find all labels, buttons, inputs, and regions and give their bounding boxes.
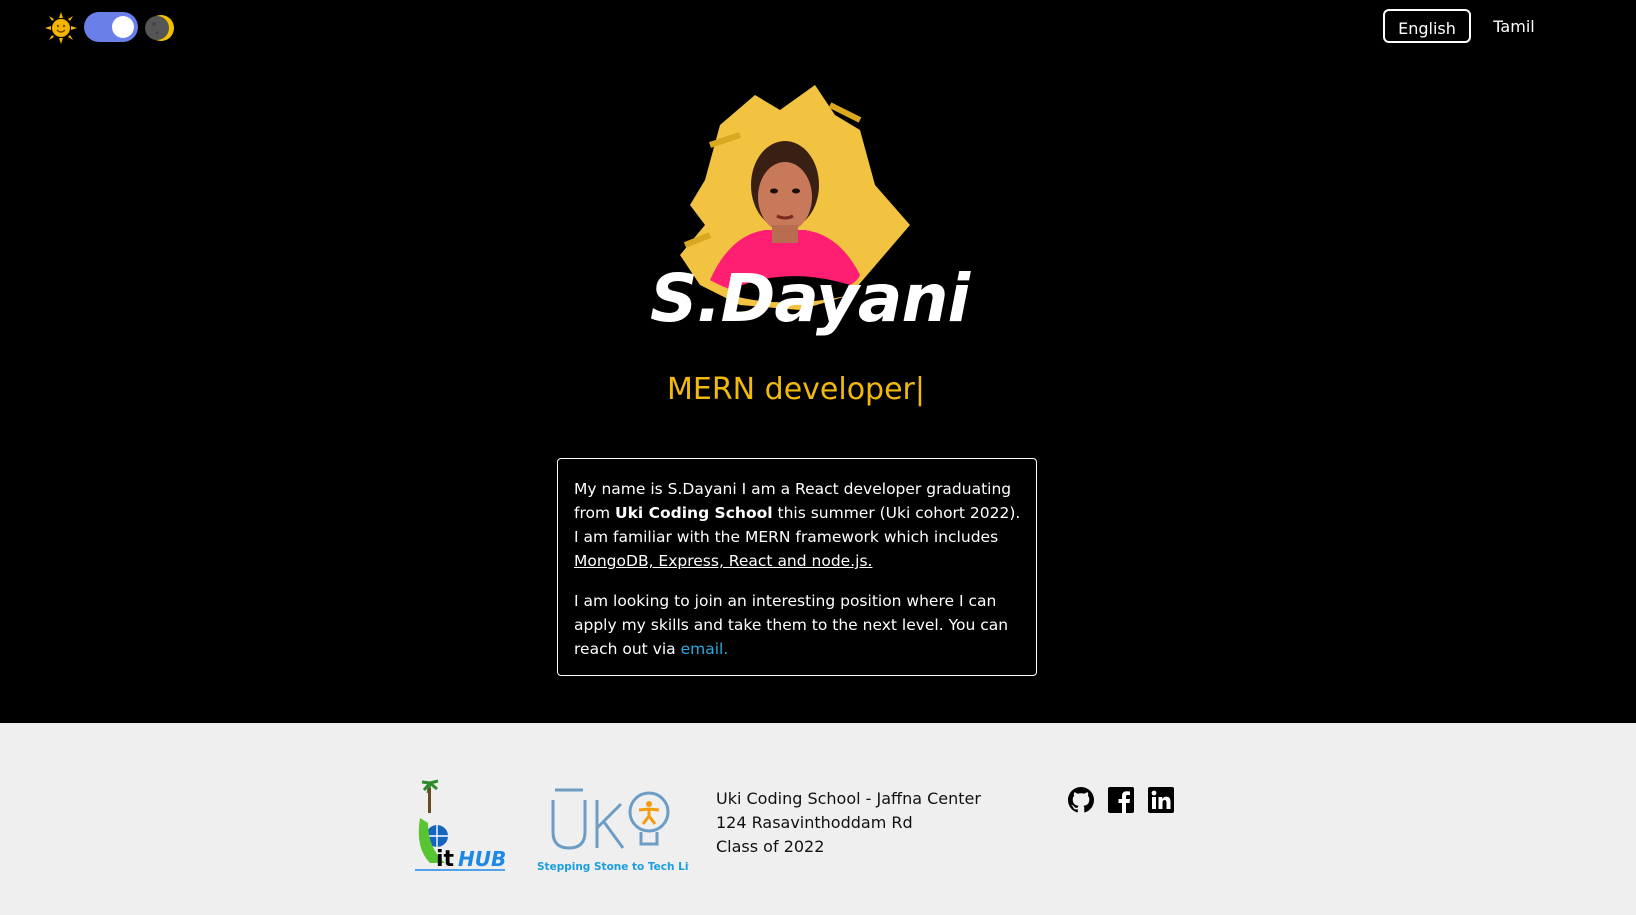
- bio-card: My name is S.Dayani I am a React develop…: [557, 458, 1037, 676]
- address-line-1: Uki Coding School - Jaffna Center: [716, 789, 981, 808]
- bio-text: I am looking to join an interesting posi…: [574, 592, 1009, 658]
- theme-toggle[interactable]: [84, 12, 138, 42]
- school-name: Uki Coding School: [615, 504, 773, 522]
- ithub-logo: it HUB: [415, 779, 506, 872]
- bio-paragraph-2: I am looking to join an interesting posi…: [574, 589, 1021, 661]
- email-link[interactable]: email.: [681, 640, 729, 658]
- linkedin-icon[interactable]: [1148, 787, 1174, 813]
- tech-stack-text: MongoDB, Express, React and node.js.: [574, 552, 873, 570]
- toggle-knob: [112, 16, 134, 38]
- role-title: MERN developer|: [666, 372, 925, 407]
- hero-logo: S.Dayani: [650, 85, 970, 355]
- hero-name: S.Dayani: [650, 260, 970, 337]
- address-line-2: 124 Rasavinthoddam Rd: [716, 813, 913, 832]
- uki-logo: Stepping Stone to Tech Life: [537, 788, 689, 873]
- address-line-3: Class of 2022: [716, 837, 825, 856]
- top-bar: English Tamil: [0, 0, 1636, 56]
- footer-address: Uki Coding School - Jaffna Center 124 Ra…: [716, 787, 981, 859]
- language-english-button[interactable]: English: [1383, 9, 1471, 43]
- footer: it HUB Stepping Stone to Tech Life Uki C…: [0, 723, 1636, 915]
- github-icon[interactable]: [1068, 787, 1094, 813]
- moon-icon: [145, 15, 174, 41]
- facebook-icon[interactable]: [1108, 787, 1134, 813]
- uki-tagline: Stepping Stone to Tech Life: [537, 861, 689, 873]
- ithub-logo-text: it: [436, 847, 455, 872]
- language-tamil-button[interactable]: Tamil: [1485, 9, 1543, 43]
- bio-paragraph-1: My name is S.Dayani I am a React develop…: [574, 477, 1021, 573]
- sun-icon: [45, 12, 77, 44]
- svg-text:HUB: HUB: [458, 847, 506, 871]
